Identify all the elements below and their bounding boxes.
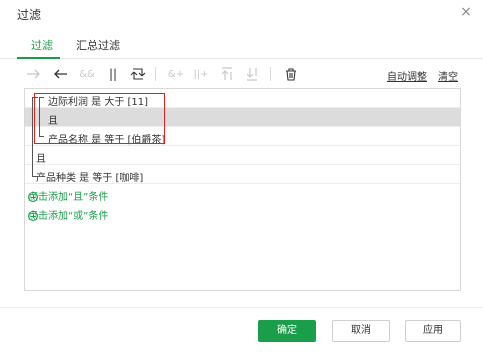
arrow-right-icon[interactable]	[26, 65, 42, 83]
tab-bar: 过滤 汇总过滤	[0, 33, 483, 59]
filter-condition-panel: 边际利润 是 大于 [11] 且 产品名称 是 等于 [伯爵茶] 且 产品种类 …	[24, 88, 461, 291]
title-bar: 过滤 ×	[0, 0, 483, 28]
ok-button[interactable]: 确定	[258, 320, 316, 342]
or-icon[interactable]: ||	[106, 65, 120, 83]
add-circle-icon	[28, 192, 38, 202]
condition-row[interactable]: 产品名称 是 等于 [伯爵茶]	[25, 127, 460, 146]
move-down-icon[interactable]	[244, 65, 260, 83]
operator-row[interactable]: 且	[25, 146, 460, 165]
add-or-condition-link[interactable]: 点击添加“或”条件	[28, 207, 108, 222]
delete-icon[interactable]	[284, 65, 298, 83]
condition-row[interactable]: 产品种类 是 等于 [咖啡]	[25, 165, 460, 184]
footer-divider	[0, 307, 483, 308]
condition-text: 产品种类 是 等于 [咖啡]	[36, 173, 144, 184]
tab-filter[interactable]: 过滤	[31, 37, 53, 53]
clear-link[interactable]: 清空	[438, 68, 458, 83]
apply-button[interactable]: 应用	[405, 320, 461, 342]
add-circle-icon	[28, 211, 38, 221]
operator-text: 且	[48, 116, 58, 127]
dialog-title: 过滤	[17, 8, 42, 22]
outer-group-bracket	[32, 97, 38, 177]
condition-row[interactable]: 边际利润 是 大于 [11]	[25, 89, 460, 108]
inner-group-bracket	[39, 97, 44, 137]
active-tab-indicator	[17, 57, 60, 59]
cancel-button[interactable]: 取消	[332, 320, 390, 342]
and-icon[interactable]: &&	[78, 65, 96, 83]
arrow-left-icon[interactable]	[52, 65, 68, 83]
filter-dialog: 过滤 × 过滤 汇总过滤 && || &+ ||+ 自动调整 清空 边际利润 是…	[0, 0, 483, 352]
add-and-condition-link[interactable]: 点击添加“且”条件	[28, 188, 108, 203]
swap-icon[interactable]	[129, 65, 147, 83]
condition-text: 产品名称 是 等于 [伯爵茶]	[48, 135, 166, 146]
add-or-row: 点击添加“或”条件	[25, 203, 460, 222]
add-and-icon[interactable]: &+	[167, 65, 185, 83]
toolbar-divider	[155, 67, 156, 81]
filter-toolbar: && || &+ ||+ 自动调整 清空	[24, 63, 461, 85]
add-and-row: 点击添加“且”条件	[25, 184, 460, 203]
condition-text: 边际利润 是 大于 [11]	[48, 97, 149, 108]
move-up-icon[interactable]	[219, 65, 235, 83]
close-icon[interactable]: ×	[459, 5, 473, 19]
auto-adjust-link[interactable]: 自动调整	[387, 68, 427, 83]
operator-row-selected[interactable]: 且	[25, 108, 460, 127]
tab-summary-filter[interactable]: 汇总过滤	[76, 37, 120, 53]
add-or-icon[interactable]: ||+	[192, 65, 210, 83]
toolbar-divider	[270, 67, 271, 81]
